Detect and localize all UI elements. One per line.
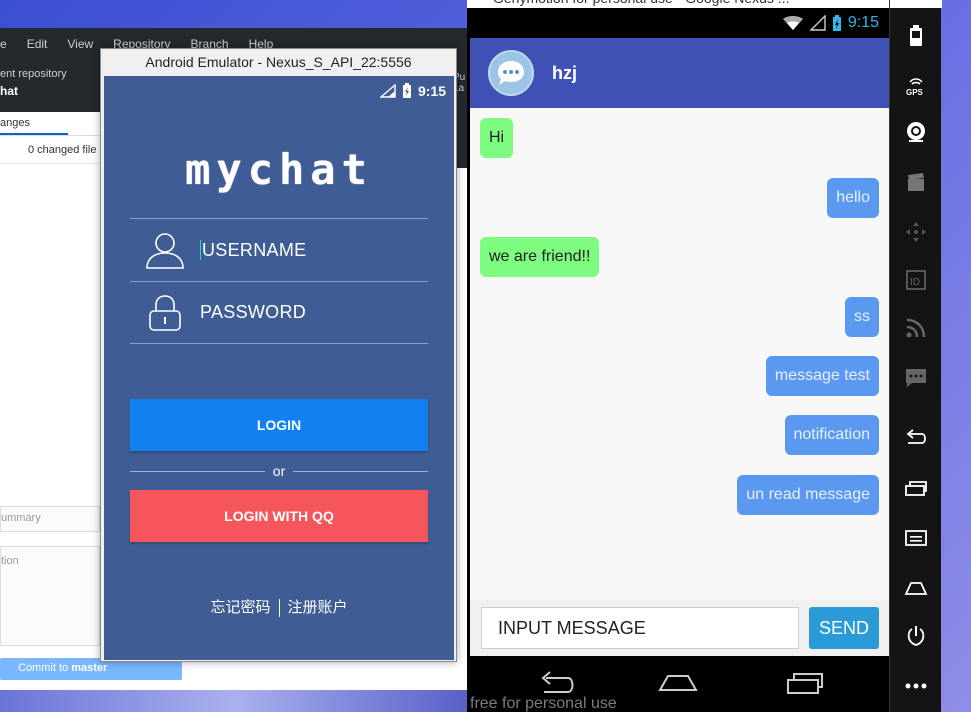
message-list[interactable]: Hi hello we are friend!! ss message test…: [470, 108, 889, 600]
user-icon: [146, 233, 184, 269]
android-nav-bar: free for personal use: [470, 656, 889, 712]
or-divider: or: [130, 461, 429, 481]
menu-file[interactable]: e: [0, 37, 7, 51]
genymotion-title: Genymotion for personal use - Google Nex…: [467, 0, 941, 8]
chat-screen: 9:15 hzj Hi hello we are friend!! ss mes…: [470, 8, 889, 712]
watermark-text: free for personal use: [470, 695, 617, 712]
message-bubble: ss: [845, 297, 879, 337]
status-time: 9:15: [417, 83, 446, 99]
gps-icon[interactable]: GPS: [902, 72, 930, 100]
toolbar-top-strip: [890, 0, 942, 8]
more-icon[interactable]: [902, 672, 930, 700]
home-icon[interactable]: [902, 574, 930, 602]
android-emulator-window: Android Emulator - Nexus_S_API_22:5556 9…: [100, 48, 457, 662]
divider-line: [130, 470, 265, 472]
message-bubble: notification: [784, 415, 879, 455]
contact-avatar[interactable]: [488, 50, 534, 96]
tab-changes[interactable]: anges: [0, 112, 68, 135]
commit-branch: master: [71, 662, 108, 674]
message-bubble: hello: [827, 178, 879, 218]
or-label: or: [272, 463, 286, 479]
dpad-icon[interactable]: [902, 218, 930, 246]
back-icon[interactable]: [902, 424, 930, 452]
battery-icon: [832, 14, 841, 31]
lock-icon: [149, 294, 181, 331]
video-icon[interactable]: [902, 168, 930, 196]
wifi-icon: [782, 16, 803, 30]
power-icon[interactable]: [902, 622, 930, 650]
commit-prefix: Commit to: [18, 662, 72, 674]
link-separator: [278, 599, 280, 618]
mychat-logo: mychat: [185, 145, 373, 194]
contact-name: hzj: [552, 62, 577, 83]
signal-icon: [809, 15, 826, 31]
rss-icon[interactable]: [902, 314, 930, 342]
message-input[interactable]: INPUT MESSAGE: [481, 607, 799, 649]
register-link[interactable]: 注册账户: [288, 599, 348, 616]
chat-app-bar: hzj: [470, 38, 889, 108]
message-bubble: message test: [765, 356, 879, 396]
account-links: 忘记密码 注册账户: [104, 596, 454, 618]
svg-text:ID: ID: [910, 277, 920, 288]
battery-icon: [402, 83, 411, 98]
username-field[interactable]: USERNAME: [130, 218, 428, 281]
divider-line: [293, 470, 429, 472]
desktop-background: [0, 688, 470, 712]
menu-view[interactable]: View: [67, 37, 93, 51]
back-icon[interactable]: [534, 668, 578, 698]
forgot-password-link[interactable]: 忘记密码: [210, 599, 270, 616]
chat-bubble-icon: [498, 61, 524, 85]
battery-icon[interactable]: [902, 22, 930, 50]
message-bubble: Hi: [480, 118, 514, 158]
message-input-bar: INPUT MESSAGE SEND: [470, 600, 889, 656]
status-bar: 9:15: [104, 76, 454, 106]
message-bubble: we are friend!!: [480, 237, 600, 277]
message-bubble: un read message: [737, 475, 879, 515]
home-icon[interactable]: [656, 668, 700, 698]
send-button[interactable]: SEND: [809, 607, 879, 649]
camera-icon[interactable]: [902, 118, 930, 146]
recent-apps-icon[interactable]: [902, 474, 930, 502]
sms-icon[interactable]: [902, 364, 930, 392]
summary-input[interactable]: ummary: [0, 506, 100, 532]
genymotion-toolbar: GPS ID: [889, 0, 942, 712]
password-placeholder: PASSWORD: [200, 302, 307, 322]
genymotion-window: Genymotion for personal use - Google Nex…: [467, 0, 942, 712]
emulator-title: Android Emulator - Nexus_S_API_22:5556: [145, 54, 412, 70]
text-cursor: [200, 240, 201, 260]
login-screen: 9:15 mychat USERNAME PASSWORD LOGIN or L…: [104, 76, 454, 660]
description-input[interactable]: tion: [0, 546, 100, 646]
recent-apps-icon[interactable]: [782, 668, 826, 698]
status-time: 9:15: [847, 14, 879, 31]
signal-icon: [379, 84, 396, 98]
password-field[interactable]: PASSWORD: [130, 281, 428, 344]
id-icon[interactable]: ID: [902, 266, 930, 294]
svg-text:GPS: GPS: [906, 88, 924, 97]
menu-icon[interactable]: [902, 524, 930, 552]
username-placeholder: USERNAME: [202, 239, 307, 260]
login-button[interactable]: LOGIN: [130, 399, 428, 451]
status-bar: 9:15: [470, 8, 889, 38]
login-with-qq-button[interactable]: LOGIN WITH QQ: [130, 490, 428, 542]
menu-edit[interactable]: Edit: [27, 37, 48, 51]
